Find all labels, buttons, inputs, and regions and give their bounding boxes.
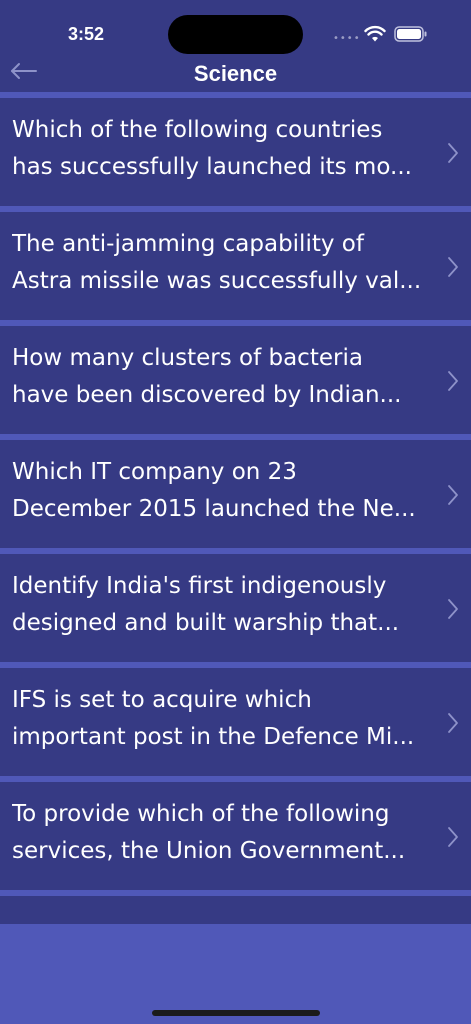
list-item[interactable]: How many clusters of bacteria have been …	[0, 320, 471, 434]
question-text: How many clusters of bacteria have been …	[12, 345, 402, 408]
question-list: Which of the following countries has suc…	[0, 92, 471, 890]
question-text: Which IT company on 23 December 2015 lau…	[12, 459, 416, 522]
chevron-right-icon	[448, 371, 458, 391]
cellular-signal-icon: ••••	[333, 33, 361, 44]
chevron-right-icon	[448, 599, 458, 619]
chevron-right-icon	[448, 257, 458, 277]
question-text: Identify India's first indigenously desi…	[12, 573, 400, 636]
list-item[interactable]: Identify India's first indigenously desi…	[0, 548, 471, 662]
question-text: The anti-jamming capability of Astra mis…	[12, 231, 422, 294]
home-indicator[interactable]	[152, 1010, 320, 1016]
bottom-bar	[0, 924, 471, 1024]
status-bar: 3:52 ••••	[0, 0, 471, 60]
list-item[interactable]: IFS is set to acquire which important po…	[0, 662, 471, 776]
chevron-right-icon	[448, 485, 458, 505]
status-time: 3:52	[68, 24, 105, 44]
page-title: Science	[193, 61, 278, 86]
chevron-right-icon	[448, 827, 458, 847]
list-item[interactable]: To provide which of the following servic…	[0, 776, 471, 890]
question-text: Which of the following countries has suc…	[12, 117, 412, 180]
list-item[interactable]: Which IT company on 23 December 2015 lau…	[0, 434, 471, 548]
battery-icon	[394, 26, 427, 42]
navigation-bar: Science	[0, 55, 471, 91]
chevron-right-icon	[448, 143, 458, 163]
wifi-icon	[364, 25, 386, 42]
question-text: To provide which of the following servic…	[12, 801, 406, 864]
list-item[interactable]: The anti-jamming capability of Astra mis…	[0, 206, 471, 320]
dynamic-island	[168, 15, 303, 54]
chevron-right-icon	[448, 713, 458, 733]
list-item[interactable]: Which of the following countries has suc…	[0, 92, 471, 206]
question-text: IFS is set to acquire which important po…	[12, 687, 415, 750]
